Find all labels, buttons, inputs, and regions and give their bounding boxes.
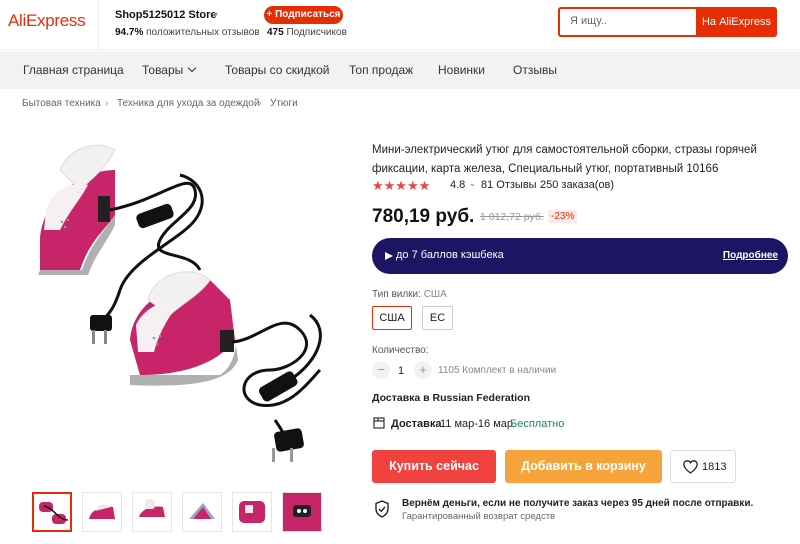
discount-badge: -23% [548,210,578,223]
reviews-count[interactable]: 81 Отзывы [481,179,537,191]
subscribers-info: 475 Подписчиков [267,27,347,38]
quantity-minus-button[interactable]: − [372,361,390,379]
cashback-details-link[interactable]: Подробнее [723,250,778,261]
nav-reviews[interactable]: Отзывы [513,63,557,77]
iron-back-illustration [38,144,116,275]
thumbnail-6[interactable] [282,492,322,532]
play-icon [385,252,393,260]
breadcrumb-clothing-care[interactable]: Техника для ухода за одеждой [117,98,259,109]
positive-label: положительных отзывов [146,27,260,38]
guarantee-subtitle[interactable]: Гарантированный возврат средств [402,511,555,522]
breadcrumb-appliances[interactable]: Бытовая техника [22,98,101,109]
wishlist-count: 1813 [702,461,727,473]
nav-top-sales[interactable]: Топ продаж [349,63,413,77]
thumbnail-2[interactable] [82,492,122,532]
thumbnail-3[interactable] [132,492,172,532]
header-divider [98,0,99,50]
chevron-down-icon [188,63,197,73]
stock-info: 1105 Комплект в наличии [438,365,557,376]
delivery-box-icon [373,417,385,429]
plug-type-label: Тип вилки: США [372,289,447,300]
product-main-image[interactable] [20,130,340,470]
nav-new[interactable]: Новинки [438,63,485,77]
delivery-dates: 11 мар-16 мар [440,418,514,430]
quantity-plus-button[interactable]: + [414,361,432,379]
breadcrumb-irons[interactable]: Утюги [270,98,298,109]
wishlist-button[interactable]: 1813 [670,450,736,483]
quantity-label: Количество: [372,345,429,356]
subscribers-label: Подписчиков [286,27,347,38]
top-header: AliExpress Shop5125012 Store ▾ 94.7% пол… [0,0,800,50]
thumbnail-1[interactable] [32,492,72,532]
search-placeholder: Я ищу.. [570,15,607,27]
cashback-banner[interactable]: до 7 баллов кэшбека Подробнее [372,238,788,274]
product-title: Мини-электрический утюг для самостоятель… [372,144,757,175]
thumbnail-4[interactable] [182,492,222,532]
breadcrumb-separator-icon: › [105,98,109,109]
search-button[interactable]: На AliExpress [696,7,777,37]
store-positive-feedback: 94.7% положительных отзывов [115,27,260,38]
nav-discounts[interactable]: Товары со скидкой [225,63,329,77]
plug-option-us[interactable]: США [372,306,412,330]
plug-front [272,428,304,462]
plug-type-value: США [423,289,447,300]
aliexpress-logo[interactable]: AliExpress [8,11,86,31]
plug-back [90,315,112,344]
plug-type-label-text: Тип вилки: [372,289,421,300]
breadcrumb-separator-icon: › [258,98,262,109]
cable-front [231,313,322,449]
store-nav: Главная страница Товары Товары со скидко… [0,51,800,89]
shield-check-icon [375,500,389,518]
store-name[interactable]: Shop5125012 Store [115,9,217,21]
delivery-label: Доставка [391,418,442,430]
thumbnail-5[interactable] [232,492,272,532]
rating-stars: ★★★★★ [372,178,431,193]
subscribe-button[interactable]: + Подписаться [264,6,343,24]
nav-products[interactable]: Товары [142,63,197,77]
iron-front-illustration [130,271,238,386]
quantity-value[interactable]: 1 [398,365,404,377]
chevron-down-icon[interactable]: ⌄ [469,179,476,188]
orders-count: 250 заказа(ов) [540,179,615,191]
delivery-free: Бесплатно [510,418,565,430]
store-caret-icon[interactable]: ▾ [214,10,218,19]
rating-value[interactable]: 4.8 [450,179,465,191]
current-price: 780,19 руб. [372,206,475,227]
buy-now-button[interactable]: Купить сейчас [372,450,496,483]
plug-option-eu[interactable]: ЕС [422,306,453,330]
heart-icon [683,460,698,474]
add-to-cart-button[interactable]: Добавить в корзину [505,450,662,483]
old-price: 1 012,72 руб. [480,211,544,223]
nav-products-label: Товары [142,63,184,77]
nav-home[interactable]: Главная страница [23,63,124,77]
search-input[interactable]: Я ищу.. [558,7,696,37]
ship-to-country[interactable]: Доставка в Russian Federation [372,392,530,404]
positive-percent: 94.7% [115,27,144,38]
guarantee-title: Вернём деньги, если не получите заказ че… [402,498,754,509]
cashback-text: до 7 баллов кэшбека [396,249,504,261]
subscribers-count: 475 [267,27,284,38]
